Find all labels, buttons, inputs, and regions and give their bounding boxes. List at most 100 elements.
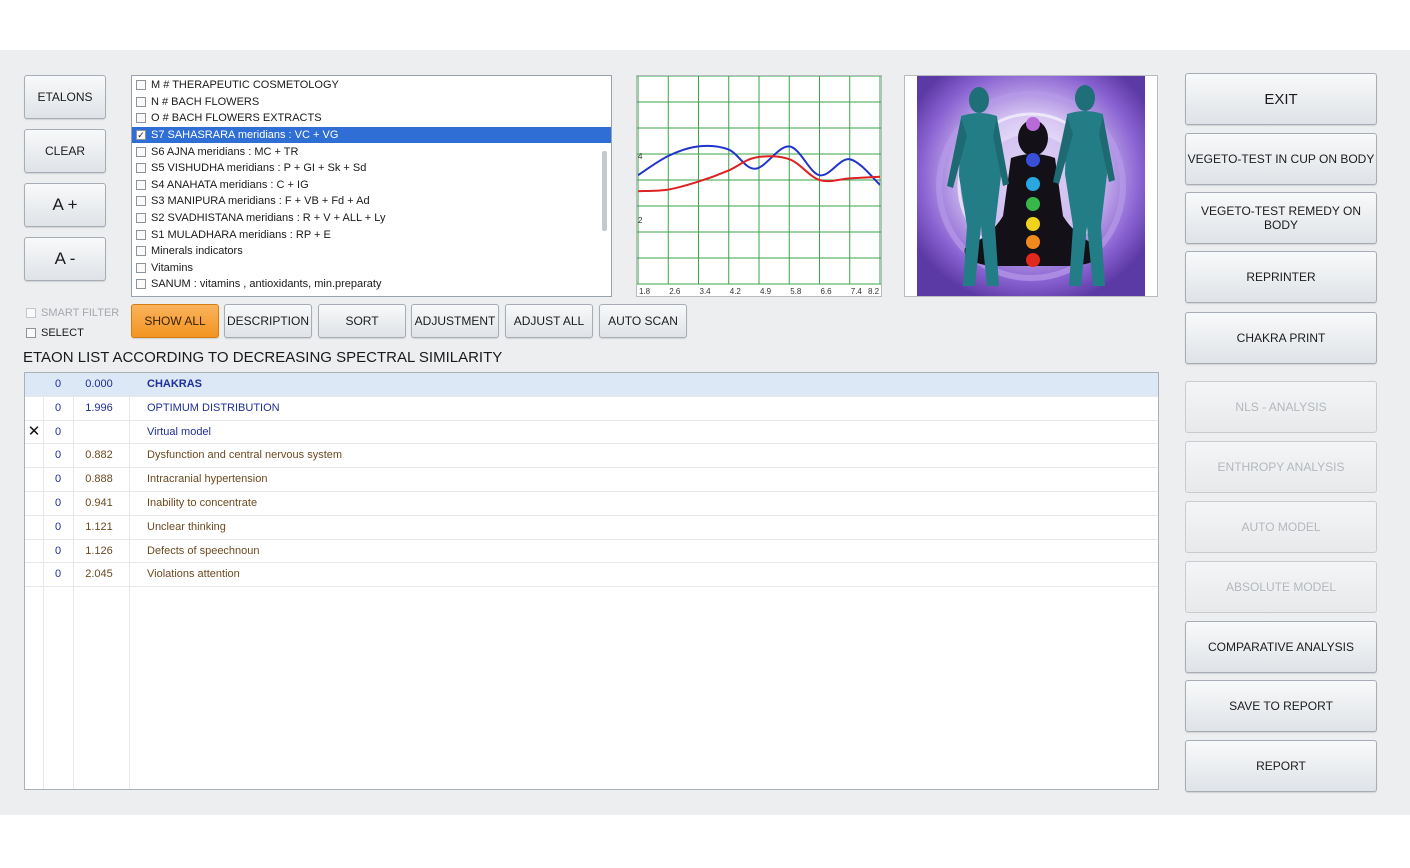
- reprinter-button[interactable]: REPRINTER: [1185, 251, 1377, 303]
- row-similarity-value: 2.045: [85, 568, 113, 581]
- x-tick-label: 5.8: [790, 287, 802, 296]
- etalon-item-label: Minerals indicators: [151, 245, 243, 258]
- row-name: OPTIMUM DISTRIBUTION: [147, 401, 280, 414]
- report-button[interactable]: REPORT: [1185, 740, 1377, 792]
- item-checkbox[interactable]: [136, 96, 146, 107]
- etalon-list-item[interactable]: S6 AJNA meridians : MC + TR: [132, 143, 611, 160]
- item-checkbox[interactable]: [136, 229, 146, 240]
- table-row[interactable]: 0 0.888 Intracranial hypertension: [25, 468, 1158, 492]
- etalon-item-label: S7 SAHASRARA meridians : VC + VG: [151, 129, 339, 142]
- item-checkbox[interactable]: [136, 163, 146, 174]
- row-name: Dysfunction and central nervous system: [147, 449, 343, 462]
- description-button[interactable]: DESCRIPTION: [224, 304, 312, 338]
- smart-filter-label: SMART FILTER: [41, 307, 120, 319]
- item-checkbox[interactable]: [136, 213, 146, 224]
- chart-svg: 4 2 1.8 2.6 3.4 4.2 4.9 5.8 6.6 7.4 8.2: [637, 75, 881, 296]
- etalon-list-item[interactable]: S4 ANAHATA meridians : C + IG: [132, 177, 611, 194]
- etalon-list-item[interactable]: S1 MULADHARA meridians : RP + E: [132, 226, 611, 243]
- exit-button[interactable]: EXIT: [1185, 73, 1377, 125]
- etalon-listbox[interactable]: M # THERAPEUTIC COSMETOLOGY N # BACH FLOW…: [131, 75, 612, 297]
- row-similarity-value: 0.882: [85, 449, 113, 462]
- item-checkbox[interactable]: [136, 196, 146, 207]
- enthropy-analysis-button[interactable]: ENTHROPY ANALYSIS: [1185, 441, 1377, 493]
- item-checkbox[interactable]: [136, 80, 146, 91]
- row-name: CHAKRAS: [147, 378, 202, 390]
- table-row[interactable]: 0 1.126 Defects of speechnoun: [25, 540, 1158, 564]
- item-checkbox[interactable]: [136, 262, 146, 273]
- chakra-print-button[interactable]: CHAKRA PRINT: [1185, 312, 1377, 364]
- etalon-list-item[interactable]: S3 MANIPURA meridians : F + VB + Fd + Ad: [132, 193, 611, 210]
- item-checkbox[interactable]: [136, 146, 146, 157]
- table-row[interactable]: ✕ 0 Virtual model: [25, 421, 1158, 445]
- table-row[interactable]: 0 0.000 CHAKRAS: [25, 373, 1158, 397]
- listbox-scrollbar[interactable]: [602, 151, 607, 231]
- row-count: 0: [54, 544, 62, 557]
- etalon-list-item[interactable]: N # BACH FLOWERS: [132, 94, 611, 111]
- row-similarity-value: 1.121: [85, 520, 113, 533]
- row-count: 0: [54, 496, 62, 509]
- etalon-item-label: SANUM : vitamins , antioxidants, min.pre…: [151, 278, 382, 291]
- table-row[interactable]: 0 1.121 Unclear thinking: [25, 516, 1158, 540]
- table-row[interactable]: 0 2.045 Violations attention: [25, 563, 1158, 588]
- vegeto-test-in-cup-on-body-button[interactable]: VEGETO-TEST IN CUP ON BODY: [1185, 133, 1377, 185]
- etalon-item-label: O # BACH FLOWERS EXTRACTS: [151, 112, 322, 125]
- etalon-list-item[interactable]: Minerals indicators: [132, 243, 611, 260]
- x-tick-label: 2.6: [669, 287, 681, 296]
- smart-filter-checkbox[interactable]: SMART FILTER: [26, 307, 119, 319]
- etalon-list-item[interactable]: M # THERAPEUTIC COSMETOLOGY: [132, 77, 611, 94]
- etalon-list-item[interactable]: S5 VISHUDHA meridians : P + GI + Sk + Sd: [132, 160, 611, 177]
- row-name: Intracranial hypertension: [147, 473, 268, 486]
- vegeto-test-remedy-on-body-button[interactable]: VEGETO-TEST REMEDY ON BODY: [1185, 192, 1377, 244]
- etalon-list-item[interactable]: ✓ S7 SAHASRARA meridians : VC + VG: [132, 126, 611, 144]
- clear-button[interactable]: CLEAR: [24, 129, 106, 173]
- nls-analysis-button[interactable]: NLS - ANALYSIS: [1185, 381, 1377, 433]
- item-checkbox[interactable]: [136, 279, 146, 290]
- etalon-item-label: N # BACH FLOWERS: [151, 95, 260, 108]
- etalon-list-item[interactable]: SANUM : vitamins , antioxidants, min.pre…: [132, 276, 611, 293]
- table-row[interactable]: 0 1.996 OPTIMUM DISTRIBUTION: [25, 397, 1158, 421]
- x-tick-label: 7.4: [851, 287, 863, 296]
- row-name: Unclear thinking: [147, 520, 226, 533]
- absolute-model-button[interactable]: ABSOLUTE MODEL: [1185, 561, 1377, 613]
- row-count: 0: [54, 449, 62, 462]
- etalon-list-item[interactable]: O # BACH FLOWERS EXTRACTS: [132, 110, 611, 127]
- table-row[interactable]: 0 0.941 Inability to concentrate: [25, 492, 1158, 516]
- item-checkbox[interactable]: [136, 179, 146, 190]
- x-tick-label: 4.9: [760, 287, 772, 296]
- row-count: 0: [54, 401, 62, 414]
- row-similarity-value: 1.996: [85, 401, 113, 414]
- item-checkbox[interactable]: ✓: [136, 130, 146, 141]
- etalon-item-label: M # THERAPEUTIC COSMETOLOGY: [151, 79, 339, 92]
- font-decrease-button[interactable]: A -: [24, 237, 106, 281]
- row-count: 0: [54, 425, 62, 438]
- font-increase-button[interactable]: A +: [24, 183, 106, 227]
- row-count: 0: [54, 520, 62, 533]
- y-tick-label: 2: [638, 216, 643, 225]
- item-checkbox[interactable]: [136, 113, 146, 124]
- etalon-list-item[interactable]: Vitamins: [132, 260, 611, 277]
- show-all-button[interactable]: SHOW ALL: [131, 304, 219, 338]
- select-label: SELECT: [41, 327, 84, 339]
- auto-scan-button[interactable]: AUTO SCAN: [599, 304, 687, 338]
- select-checkbox[interactable]: SELECT: [26, 327, 84, 339]
- x-tick-label: 3.4: [700, 287, 712, 296]
- etalon-item-label: S1 MULADHARA meridians : RP + E: [151, 228, 331, 241]
- etalon-list-item[interactable]: S2 SVADHISTANA meridians : R + V + ALL +…: [132, 210, 611, 227]
- row-name: Virtual model: [147, 425, 211, 438]
- item-checkbox[interactable]: [136, 246, 146, 257]
- etalons-button[interactable]: ETALONS: [24, 75, 106, 119]
- row-count: 0: [54, 568, 62, 581]
- adjustment-button[interactable]: ADJUSTMENT: [411, 304, 499, 338]
- y-tick-label: 4: [638, 152, 643, 161]
- row-similarity-value: 0.000: [85, 378, 113, 390]
- results-table[interactable]: 0 0.000 CHAKRAS 0 1.996 OPTIMUM DISTRIBUTION ✕…: [24, 372, 1159, 790]
- auto-model-button[interactable]: AUTO MODEL: [1185, 501, 1377, 553]
- table-row[interactable]: 0 0.882 Dysfunction and central nervous sy…: [25, 444, 1158, 469]
- comparative-analysis-button[interactable]: COMPARATIVE ANALYSIS: [1185, 621, 1377, 673]
- adjust-all-button[interactable]: ADJUST ALL: [505, 304, 593, 338]
- chakra-image: [904, 75, 1158, 297]
- row-mark-icon: ✕: [27, 422, 41, 440]
- sort-button[interactable]: SORT: [318, 304, 406, 338]
- save-to-report-button[interactable]: SAVE TO REPORT: [1185, 680, 1377, 732]
- etalon-item-label: S2 SVADHISTANA meridians : R + V + ALL +…: [151, 212, 386, 225]
